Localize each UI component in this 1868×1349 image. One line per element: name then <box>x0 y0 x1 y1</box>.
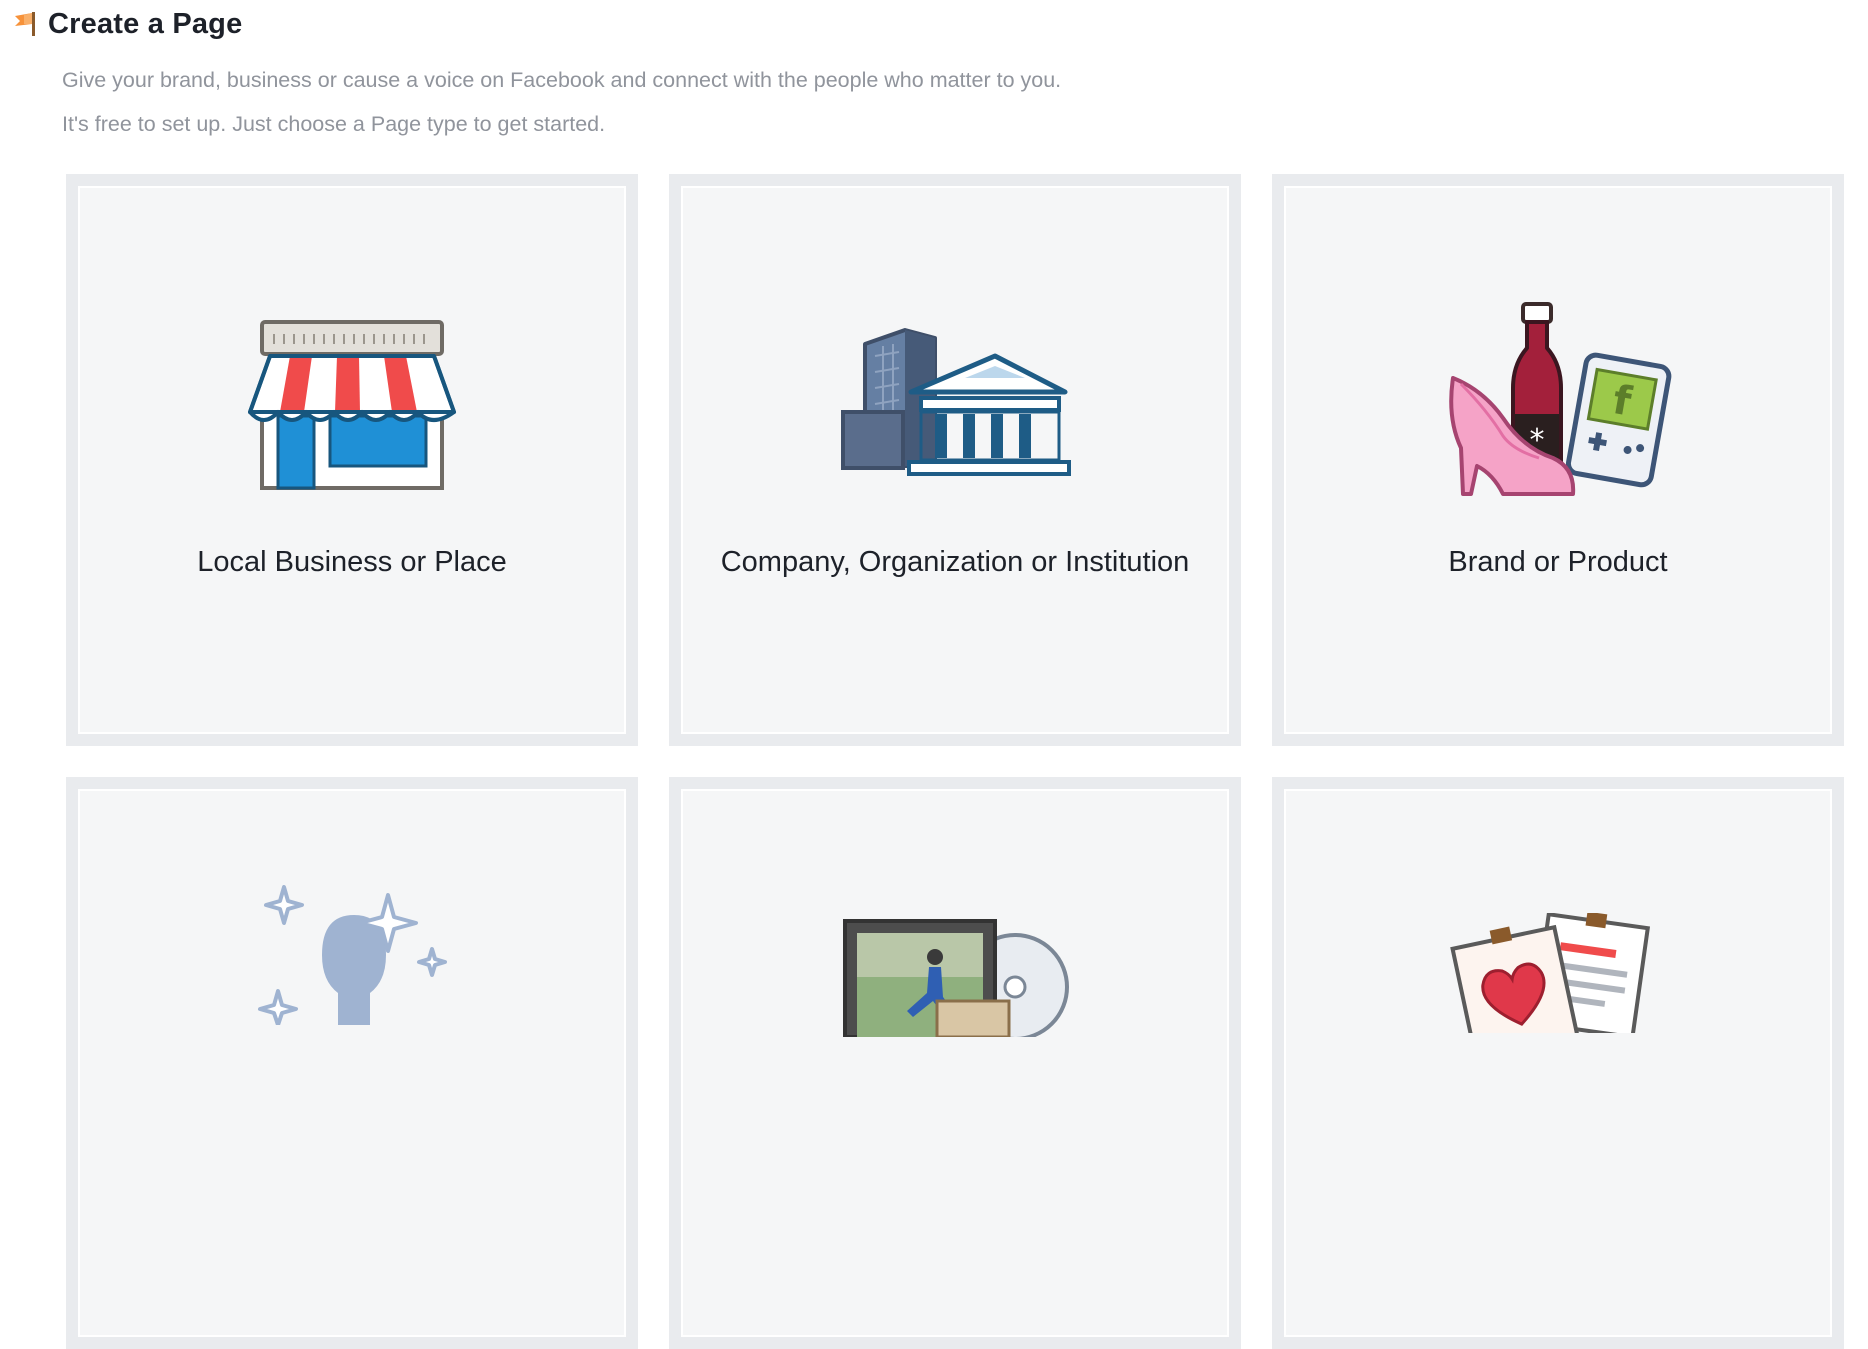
products-icon: * f <box>1449 302 1672 496</box>
page-subtitle-secondary: It's free to set up. Just choose a Page … <box>62 112 606 136</box>
page-subtitle: Give your brand, business or cause a voi… <box>62 68 1062 92</box>
page-type-card-public-figure[interactable] <box>66 777 638 1349</box>
page-type-card-local-business[interactable]: Local Business or Place <box>66 174 638 746</box>
page-title: Create a Page <box>48 7 243 40</box>
page-header: Create a Page <box>12 6 242 42</box>
page-type-label: Local Business or Place <box>197 546 507 578</box>
public-figure-icon <box>258 885 447 1025</box>
entertainment-icon <box>843 919 1069 1037</box>
page-type-label: Company, Organization or Institution <box>720 546 1190 578</box>
page-type-label: Brand or Product <box>1448 546 1668 578</box>
office-buildings-icon <box>841 328 1071 476</box>
flag-icon <box>15 12 35 36</box>
page-type-card-entertainment[interactable] <box>669 777 1241 1349</box>
page-type-card-brand-product[interactable]: * f Brand or Product <box>1272 174 1844 746</box>
page-type-card-cause-community[interactable] <box>1272 777 1844 1349</box>
storefront-icon <box>248 320 456 490</box>
cause-community-icon <box>1450 913 1651 1033</box>
page-type-card-company[interactable]: Company, Organization or Institution <box>669 174 1241 746</box>
